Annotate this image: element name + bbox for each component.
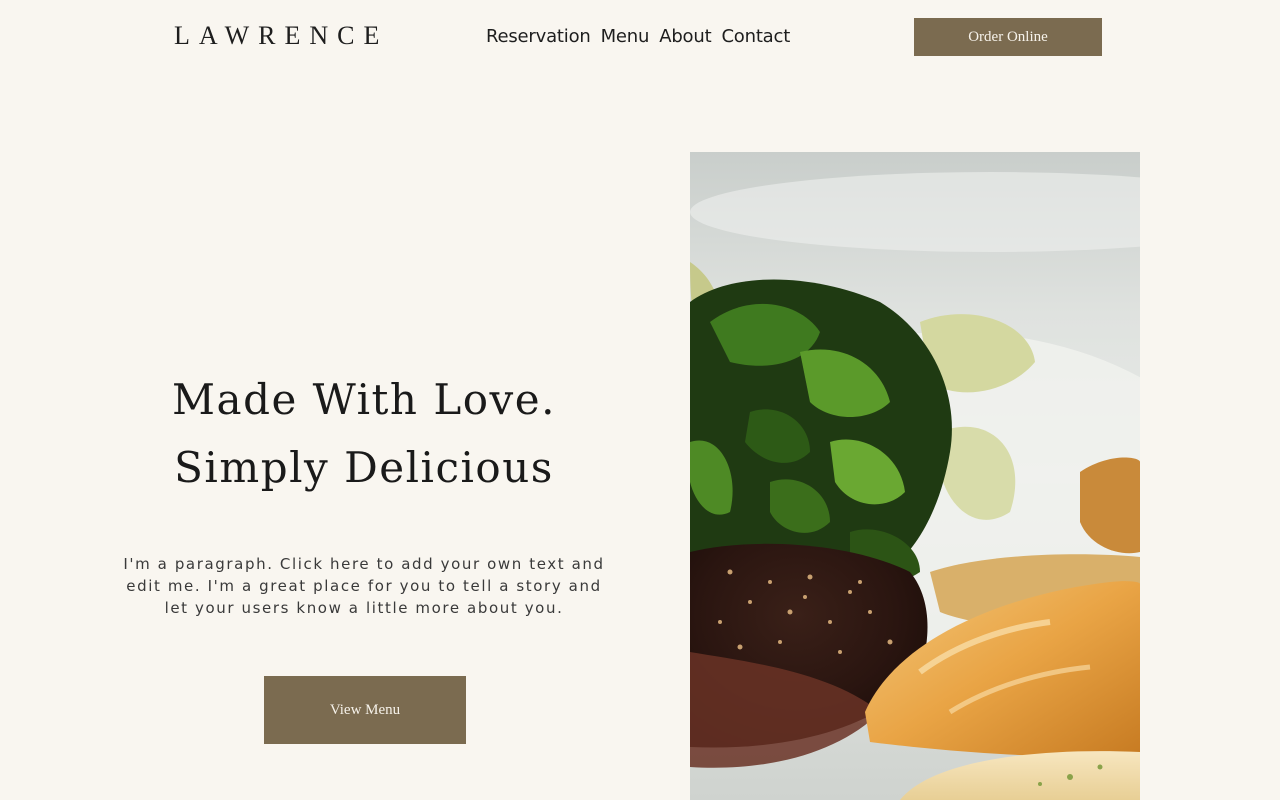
nav-item-about[interactable]: About (659, 24, 711, 50)
nav-item-reservation[interactable]: Reservation (486, 24, 591, 50)
site-logo[interactable]: LAWRENCE (174, 20, 388, 52)
food-photo (690, 152, 1140, 800)
order-online-button[interactable]: Order Online (914, 18, 1102, 56)
main-nav: Reservation Menu About Contact (486, 24, 790, 50)
view-menu-button[interactable]: View Menu (264, 676, 466, 744)
hero-title-line-2: Simply Delicious (174, 443, 554, 492)
hero-title-line-1: Made With Love. (172, 375, 556, 424)
nav-item-menu[interactable]: Menu (601, 24, 650, 50)
hero-paragraph: I'm a paragraph. Click here to add your … (123, 555, 605, 617)
hero-title: Made With Love. Simply Delicious (124, 366, 604, 502)
food-photo-illustration (690, 152, 1140, 800)
nav-item-contact[interactable]: Contact (721, 24, 790, 50)
